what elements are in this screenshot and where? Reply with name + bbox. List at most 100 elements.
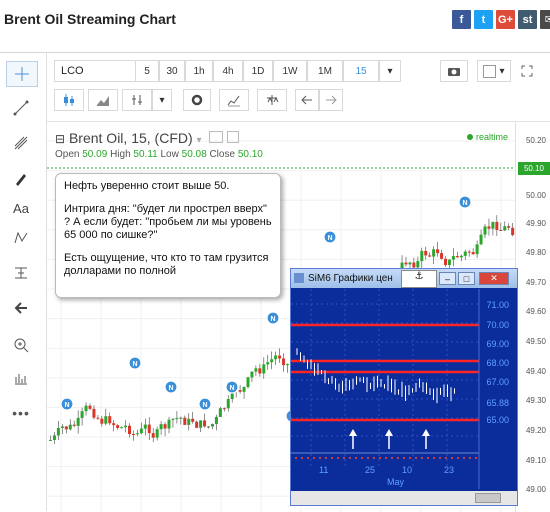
anchor-icon[interactable]: ⚓ xyxy=(401,270,437,288)
drawing-toolbar: Aa ••• xyxy=(0,53,47,511)
candle-body xyxy=(511,227,515,236)
candle-body xyxy=(475,244,479,255)
last-price-label: 50.10 xyxy=(518,162,550,175)
candle-body xyxy=(440,253,444,259)
candle-body xyxy=(428,255,432,257)
interval-4h[interactable]: 4h xyxy=(213,60,243,82)
zoom-icon[interactable] xyxy=(6,333,36,357)
brush-icon[interactable] xyxy=(6,166,36,190)
candle-body xyxy=(147,424,151,434)
candle-body xyxy=(139,428,143,434)
pattern-icon[interactable] xyxy=(6,226,36,250)
candle-body xyxy=(447,259,451,266)
price-tick: 49.40 xyxy=(525,367,546,376)
high-value: 50.11 xyxy=(133,149,158,160)
sim6-volume-dot xyxy=(427,457,429,459)
candle-body xyxy=(49,439,52,441)
candle-body xyxy=(171,418,175,420)
sim6-volume-dot xyxy=(313,457,315,459)
open-value: 50.09 xyxy=(82,149,108,160)
price-axis[interactable]: 50.20 50.00 49.90 49.80 49.70 49.60 49.5… xyxy=(515,122,550,512)
measure-icon[interactable] xyxy=(6,261,36,285)
price-tick: 49.10 xyxy=(525,456,546,465)
sim6-volume-dot xyxy=(415,457,417,459)
stocktwits-icon[interactable]: st xyxy=(518,10,537,29)
interval-1d[interactable]: 1D xyxy=(243,60,273,82)
maximize-button[interactable]: □ xyxy=(458,272,475,285)
sim6-y-tick: 69.00 xyxy=(486,339,509,349)
sim6-x-tick: 23 xyxy=(444,465,455,475)
area-chart-icon[interactable] xyxy=(88,89,118,111)
window-scrollbar[interactable] xyxy=(291,491,517,505)
settings-icon[interactable] xyxy=(227,131,240,143)
candle-body xyxy=(222,408,226,410)
price-tick: 49.50 xyxy=(525,337,546,346)
interval-dropdown[interactable]: ▾ xyxy=(379,60,401,82)
interval-30[interactable]: 30 xyxy=(159,60,185,82)
facebook-icon[interactable]: f xyxy=(452,10,471,29)
news-marker-glyph: N xyxy=(229,385,234,392)
template-icon[interactable] xyxy=(257,89,287,111)
scrollbar-thumb[interactable] xyxy=(475,493,501,503)
chevron-down-icon[interactable]: ▾ xyxy=(152,89,172,111)
text-tool-icon[interactable]: Aa xyxy=(6,196,36,220)
symbol-input[interactable]: LCO xyxy=(54,60,142,82)
crosshair-icon[interactable] xyxy=(6,61,38,87)
candle-body xyxy=(72,424,76,426)
chevron-down-icon[interactable]: ▾ xyxy=(197,135,202,146)
sim6-y-tick: 70.00 xyxy=(486,320,509,330)
candle-body xyxy=(124,425,128,428)
gear-icon[interactable] xyxy=(183,89,211,111)
undo-icon[interactable] xyxy=(295,89,319,111)
sim6-volume-dot xyxy=(301,457,303,459)
interval-5[interactable]: 5 xyxy=(135,60,159,82)
candles-icon[interactable] xyxy=(54,89,84,111)
low-label: Low xyxy=(160,149,179,160)
candle-body xyxy=(420,250,424,262)
redo-icon[interactable] xyxy=(319,89,343,111)
candle-body xyxy=(416,261,420,268)
arrow-left-icon[interactable] xyxy=(6,296,36,320)
sim6-volume-dot xyxy=(457,457,459,459)
window-titlebar[interactable]: SiM6 Графики цен ⚓ – □ ✕ xyxy=(291,269,517,288)
candle-body xyxy=(404,262,408,265)
candle-body xyxy=(262,364,266,374)
trend-line-icon[interactable] xyxy=(6,96,36,120)
interval-15[interactable]: 15 xyxy=(343,60,379,82)
more-tools-icon[interactable]: ••• xyxy=(6,401,36,425)
interval-1h[interactable]: 1h xyxy=(185,60,213,82)
candle-body xyxy=(471,252,475,255)
sim6-price-chart[interactable] xyxy=(291,289,517,489)
sim6-volume-dot xyxy=(361,457,363,459)
close-button[interactable]: ✕ xyxy=(479,272,509,285)
price-tick: 49.60 xyxy=(525,307,546,316)
candle-body xyxy=(214,416,218,425)
color-picker[interactable]: ▾ xyxy=(477,60,511,82)
eye-icon[interactable] xyxy=(209,131,224,143)
candle-body xyxy=(167,419,171,429)
camera-icon[interactable] xyxy=(440,60,468,82)
indicators-icon[interactable] xyxy=(6,366,36,390)
twitter-icon[interactable]: t xyxy=(474,10,493,29)
interval-1m[interactable]: 1M xyxy=(307,60,343,82)
sim6-y-tick: 65.00 xyxy=(486,415,509,425)
sim6-volume-dot xyxy=(451,457,453,459)
window-title: SiM6 Графики цен xyxy=(308,273,393,284)
compare-icon[interactable] xyxy=(122,89,152,111)
candle-body xyxy=(238,390,242,392)
candle-body xyxy=(159,424,163,430)
candle-body xyxy=(451,256,455,260)
study-icon[interactable] xyxy=(219,89,249,111)
sim6-volume-dot xyxy=(445,457,447,459)
fullscreen-icon[interactable] xyxy=(514,60,540,82)
price-tick: 49.30 xyxy=(525,396,546,405)
google-plus-icon[interactable]: G+ xyxy=(496,10,515,29)
collapse-icon[interactable]: ⊟ xyxy=(55,132,65,146)
sim6-chart-window[interactable]: SiM6 Графики цен ⚓ – □ ✕ 71.00 70.00 69.… xyxy=(290,268,518,506)
candle-body xyxy=(68,424,72,430)
minimize-button[interactable]: – xyxy=(439,272,456,285)
candle-body xyxy=(491,221,495,229)
interval-1w[interactable]: 1W xyxy=(273,60,307,82)
email-icon[interactable]: ✉ xyxy=(540,10,550,29)
fib-tool-icon[interactable] xyxy=(6,131,36,155)
